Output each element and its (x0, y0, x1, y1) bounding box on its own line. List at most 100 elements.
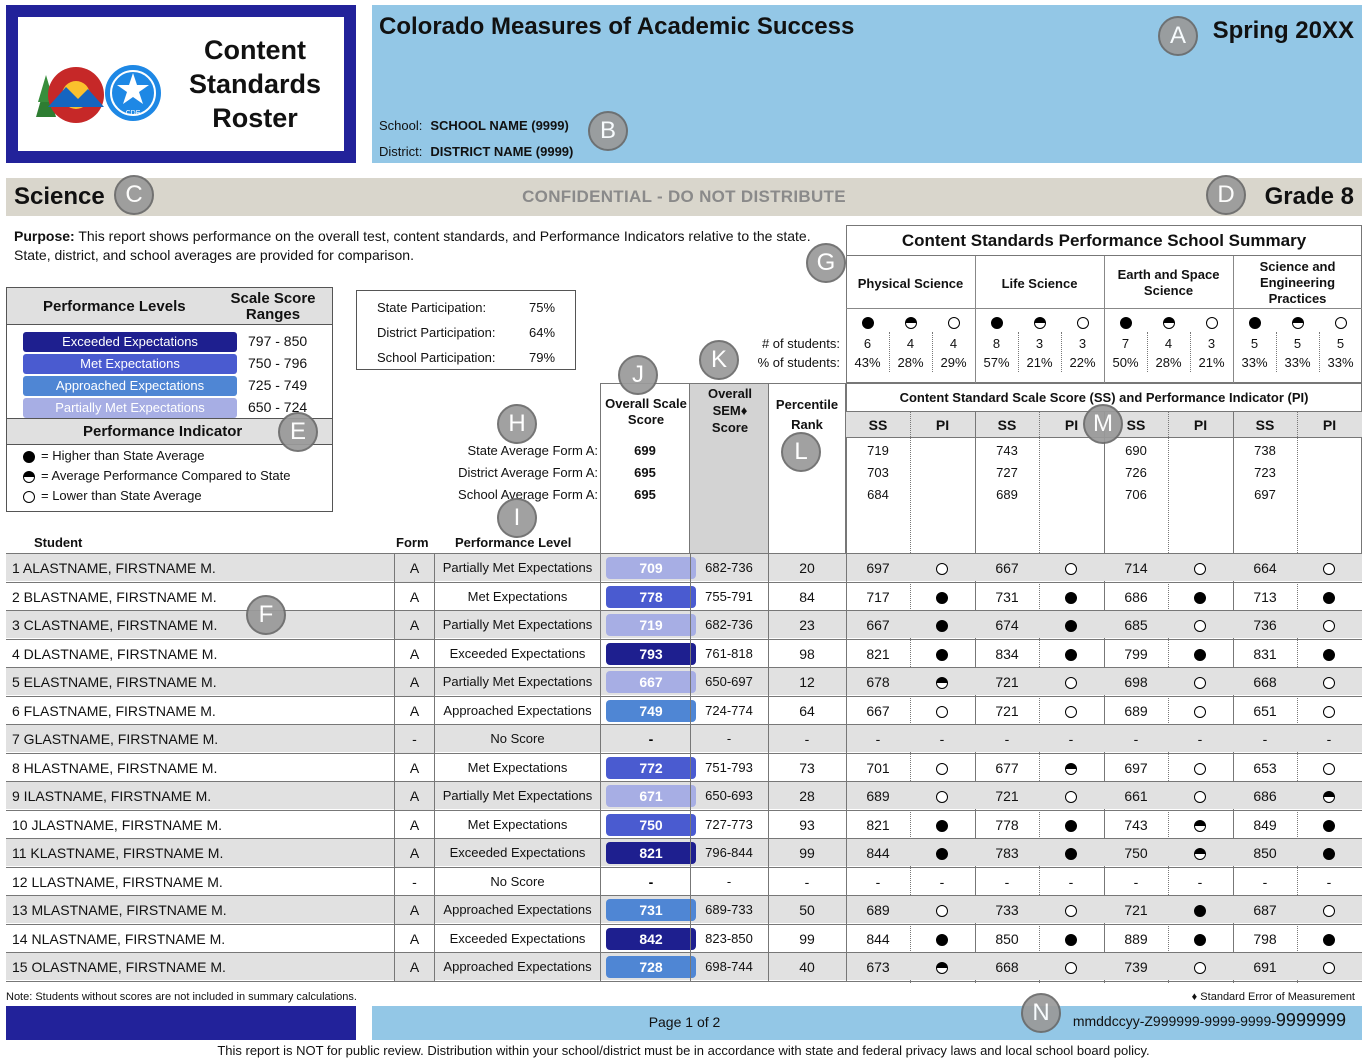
summary-indicator-cell (889, 314, 932, 329)
table-row[interactable]: 2 BLASTNAME, FIRSTNAME M. A Met Expectatio… (6, 581, 1362, 611)
dotted-divider (1018, 332, 1019, 372)
table-row[interactable]: 5 ELASTNAME, FIRSTNAME M. A Partially Met … (6, 667, 1362, 696)
content-ss-cell: - (875, 873, 881, 890)
average-label: School Average Form A: (458, 487, 598, 502)
empty-circle-icon (1323, 563, 1335, 576)
student-count: 5 (1336, 336, 1345, 351)
student-name: 14 NLASTNAME, FIRSTNAME M. (12, 930, 226, 947)
full-circle-icon (861, 316, 874, 329)
callout-n: N (1021, 993, 1061, 1033)
student-name: 13 MLASTNAME, FIRSTNAME M. (12, 902, 227, 918)
performance-level-cell: Met Expectations (434, 582, 600, 611)
student-name: 2 BLASTNAME, FIRSTNAME M. (12, 588, 217, 605)
summary-indicator-cell (846, 314, 889, 329)
performance-level-pill: Approached Expectations (23, 376, 237, 396)
summary-indicator-cell (1190, 314, 1233, 329)
pi-column-header: PI (1322, 417, 1337, 433)
content-ss-cell: 834 (995, 645, 1019, 662)
empty-circle-icon (1194, 563, 1206, 576)
student-percent: 50% (1112, 355, 1139, 370)
content-ss-cell: 783 (995, 845, 1019, 861)
empty-circle-icon (1065, 563, 1077, 576)
sem-column-line (690, 553, 691, 981)
content-ss-cell: 689 (866, 902, 890, 918)
content-pi-cell (1039, 668, 1103, 696)
table-row[interactable]: 4 DLASTNAME, FIRSTNAME M. A Exceeded Expec… (6, 638, 1362, 668)
table-row[interactable]: 9 ILASTNAME, FIRSTNAME M. A Partially Met … (6, 781, 1362, 810)
overall-score-pill: 821 (606, 842, 696, 864)
content-pi-cell (1297, 782, 1361, 810)
performance-level-cell: Exceeded Expectations (434, 924, 600, 953)
purpose-text: Purpose: This report shows performance o… (14, 228, 811, 263)
overall-column-line (600, 553, 601, 981)
performance-level-row: Approached Expectations 725 - 749 (23, 376, 319, 396)
content-ss-cell: 664 (1253, 560, 1277, 576)
overall-score-pill: 842 (606, 927, 696, 950)
sem-header: Overall SEM♦ Score (707, 386, 753, 435)
empty-circle-icon (23, 491, 35, 503)
percentile-cell: 40 (799, 959, 815, 975)
content-ss-cell: 673 (866, 959, 890, 975)
content-ss-cell: 739 (1124, 959, 1148, 975)
callout-d: D (1206, 175, 1246, 215)
sem-note: ♦ Standard Error of Measurement (1191, 991, 1355, 1003)
summary-indicator-cell (1104, 314, 1147, 329)
content-ss-cell: 667 (866, 702, 890, 719)
performance-level-row: Partially Met Expectations 650 - 724 (23, 398, 319, 418)
student-count: 4 (906, 336, 915, 351)
content-ss-cell: 799 (1124, 645, 1148, 662)
scale-score-range: 725 - 749 (248, 377, 308, 393)
average-label: District Average Form A: (458, 465, 598, 480)
table-row[interactable]: 15 OLASTNAME, FIRSTNAME M. A Approached Ex… (6, 952, 1362, 981)
table-row[interactable]: 7 GLASTNAME, FIRSTNAME M. - No Score - - - - - -… (6, 724, 1362, 753)
student-percent: 28% (1155, 355, 1182, 370)
empty-circle-icon (1076, 316, 1089, 329)
student-percent: 21% (1198, 355, 1225, 370)
form-cell: A (394, 924, 434, 953)
performance-level-cell: Partially Met Expectations (434, 554, 600, 582)
content-ss-cell: 689 (1124, 702, 1148, 719)
content-ss-cell: 844 (866, 930, 890, 947)
participation-row: District Participation: 64% (377, 325, 556, 340)
content-pi-cell (1168, 839, 1232, 867)
full-circle-icon (1194, 591, 1206, 604)
content-pi-cell: - (1197, 731, 1203, 747)
content-ss-cell: - (1004, 731, 1010, 747)
full-circle-icon (1323, 848, 1335, 861)
content-ss-cell: - (1133, 873, 1139, 890)
average-ss: 706 (1125, 487, 1147, 502)
table-row[interactable]: 11 KLASTNAME, FIRSTNAME M. A Exceeded Expe… (6, 838, 1362, 867)
district-name: DISTRICT NAME (9999) (430, 144, 574, 159)
percentile-cell: 28 (799, 788, 815, 804)
table-row[interactable]: 1 ALASTNAME, FIRSTNAME M. A Partially Met … (6, 553, 1362, 582)
student-count: 7 (1121, 336, 1130, 351)
form-cell: A (394, 582, 434, 611)
callout-m: M (1083, 404, 1123, 444)
empty-circle-icon (1323, 905, 1335, 918)
table-row[interactable]: 10 JLASTNAME, FIRSTNAME M. A Met Expectati… (6, 809, 1362, 839)
ss-column-header: SS (1255, 417, 1275, 433)
table-row[interactable]: 13 MLASTNAME, FIRSTNAME M. A Approached Ex… (6, 895, 1362, 924)
student-count: 4 (1164, 336, 1173, 351)
table-row[interactable]: 6 FLASTNAME, FIRSTNAME M. A Approached Exp… (6, 695, 1362, 725)
table-row[interactable]: 3 CLASTNAME, FIRSTNAME M. A Partially Met … (6, 610, 1362, 639)
empty-circle-icon (1323, 705, 1335, 718)
table-row[interactable]: 8 HLASTNAME, FIRSTNAME M. A Met Expectatio… (6, 752, 1362, 782)
empty-circle-icon (1065, 705, 1077, 718)
performance-level-cell: Partially Met Expectations (434, 668, 600, 696)
student-name: 6 FLASTNAME, FIRSTNAME M. (12, 702, 216, 719)
percentile-cell: 73 (799, 759, 815, 776)
participation-row: School Participation: 79% (377, 350, 556, 365)
table-row[interactable]: 14 NLASTNAME, FIRSTNAME M. A Exceeded Expe… (6, 923, 1362, 953)
empty-circle-icon (936, 563, 948, 576)
empty-circle-icon (936, 762, 948, 775)
empty-circle-icon (1194, 620, 1206, 633)
full-circle-icon (936, 848, 948, 861)
content-ss-cell: 691 (1253, 959, 1277, 975)
content-pi-cell (1039, 554, 1103, 582)
full-circle-icon (1065, 620, 1077, 633)
table-row[interactable]: 12 LLASTNAME, FIRSTNAME M. - No Score - - - - -… (6, 866, 1362, 896)
content-ss-cell: 685 (1124, 617, 1148, 633)
content-pi-cell (910, 668, 974, 696)
student-count: 5 (1293, 336, 1302, 351)
